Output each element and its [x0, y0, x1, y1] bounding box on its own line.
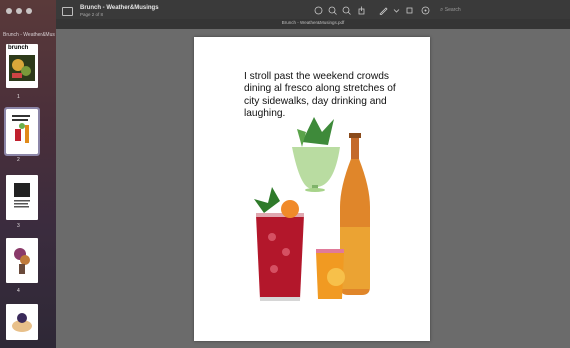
search-placeholder: Search — [444, 7, 461, 13]
minimize-window-button[interactable] — [16, 8, 22, 14]
thumbnail-label-3: 3 — [17, 223, 20, 229]
dish-image-icon — [12, 313, 32, 332]
info-icon[interactable] — [314, 6, 323, 15]
mint-glass-icon — [292, 117, 340, 192]
pdf-page: I stroll past the weekend crowds dining … — [194, 37, 430, 341]
markup-icon[interactable] — [379, 6, 388, 16]
window-controls — [6, 8, 32, 14]
thumbnail-cover-text: brunch — [8, 45, 29, 51]
zoom-out-icon[interactable] — [328, 6, 337, 15]
thumbnail-label-2: 2 — [17, 157, 20, 163]
thumbnail-page-1[interactable]: brunch — [6, 44, 38, 88]
page-indicator: Page 2 of 8 — [80, 12, 104, 17]
zoom-window-button[interactable] — [26, 8, 32, 14]
red-cocktail-icon — [254, 187, 304, 301]
thumbnail-label-1: 1 — [17, 94, 20, 100]
search-icon: ⌕ — [440, 7, 444, 13]
flowers-image-icon — [14, 248, 30, 274]
thumbnail-page-3[interactable] — [6, 175, 38, 220]
zoom-in-icon[interactable] — [342, 6, 351, 15]
thumbnail-page-2[interactable] — [4, 107, 40, 156]
document-filename: Brunch - Weather&Musings.pdf — [281, 20, 345, 25]
document-title: Brunch - Weather&Musings — [80, 5, 159, 11]
sidebar: Brunch - Weather&Musings brunch 1 2 3 — [0, 0, 57, 348]
sidebar-title: Brunch - Weather&Musings — [3, 32, 55, 38]
food-image-icon — [9, 55, 35, 81]
drinks-image-icon — [12, 115, 30, 143]
orange-cocktail-icon — [316, 249, 345, 299]
rotate-icon[interactable] — [405, 6, 414, 15]
chevron-down-icon[interactable] — [392, 6, 401, 15]
share-icon[interactable] — [357, 6, 366, 15]
close-window-button[interactable] — [6, 8, 12, 14]
thumbnail-page-4[interactable] — [6, 238, 38, 283]
thumbnail-label-4: 4 — [17, 288, 20, 294]
thumbnail-page-5[interactable] — [6, 304, 38, 340]
sidebar-icon[interactable] — [62, 7, 73, 16]
bottle-icon — [340, 133, 370, 295]
cocktails-illustration — [254, 117, 370, 301]
search-field[interactable]: ⌕ Search — [440, 5, 480, 15]
page-image-icon — [14, 183, 30, 208]
annotate-icon[interactable] — [421, 6, 430, 15]
